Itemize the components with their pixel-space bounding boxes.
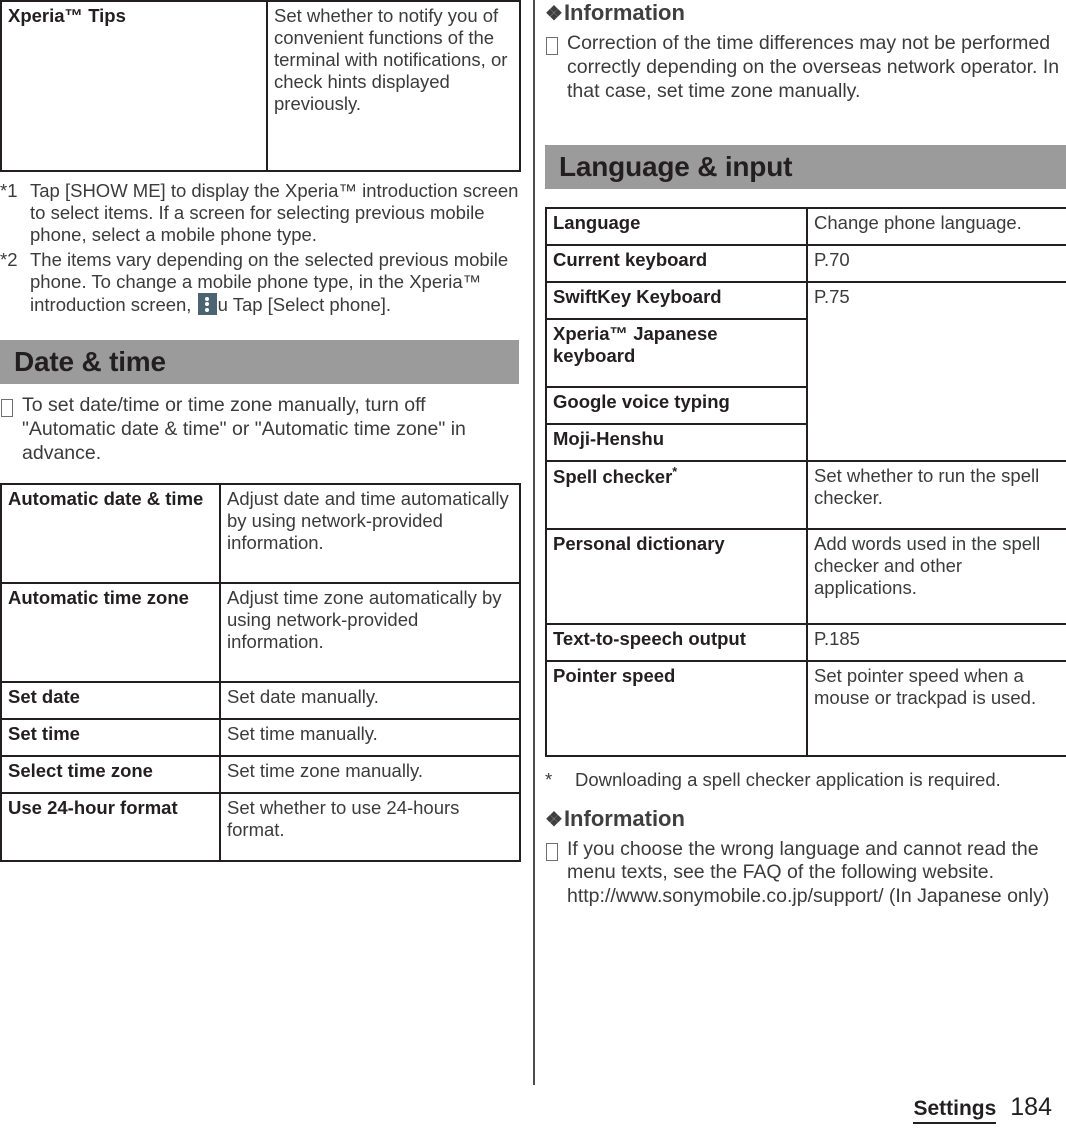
footnote-reference-marker: * bbox=[672, 465, 678, 480]
information-title: Information bbox=[563, 805, 685, 831]
setting-label: Moji-Henshu bbox=[545, 423, 808, 463]
setting-label: Language bbox=[545, 207, 808, 247]
setting-label: Set date bbox=[0, 681, 221, 721]
setting-description: Set time zone manually. bbox=[219, 755, 521, 795]
date-time-table: Automatic date & time Adjust date and ti… bbox=[0, 483, 521, 863]
footnote-text: Downloading a spell checker application … bbox=[575, 769, 1001, 791]
table-row: Personal dictionary Add words used in th… bbox=[545, 528, 1066, 626]
setting-description: Set whether to notify you of convenient … bbox=[266, 0, 521, 172]
setting-label: Xperia™ Japanese keyboard bbox=[545, 318, 808, 389]
table-row: Xperia™ Tips Set whether to notify you o… bbox=[0, 0, 521, 172]
table-row: Set date Set date manually. bbox=[0, 681, 521, 721]
setting-label: Personal dictionary bbox=[545, 528, 808, 626]
table-row: Current keyboard P.70 bbox=[545, 244, 1066, 284]
footnote-text-after-icon: u Tap [Select phone]. bbox=[217, 293, 392, 315]
setting-label: SwiftKey Keyboard bbox=[545, 281, 808, 321]
setting-label: Select time zone bbox=[0, 755, 221, 795]
footnote-text: Tap [SHOW ME] to display the Xperia™ int… bbox=[30, 180, 519, 246]
setting-reference-merged: P.75 bbox=[806, 281, 1066, 463]
setting-label: Current keyboard bbox=[545, 244, 808, 284]
bullet-box-icon bbox=[546, 37, 558, 55]
setting-reference: P.70 bbox=[806, 244, 1066, 284]
setting-label: Set time bbox=[0, 718, 221, 758]
setting-label: Text-to-speech output bbox=[545, 623, 808, 663]
bullet-box-icon bbox=[1, 399, 13, 418]
setting-label: Spell checker* bbox=[545, 460, 808, 531]
information-text: If you choose the wrong language and can… bbox=[567, 837, 1050, 908]
setting-description: Set whether to run the spell checker. bbox=[806, 460, 1066, 531]
footnote-marker: * bbox=[545, 769, 553, 791]
footnote-2: *2 The items vary depending on the selec… bbox=[0, 249, 519, 317]
manual-page: Xperia™ Tips Set whether to notify you o… bbox=[0, 0, 1066, 1130]
xperia-tips-table: Xperia™ Tips Set whether to notify you o… bbox=[0, 0, 521, 172]
information-item: Correction of the time differences may n… bbox=[545, 32, 1066, 103]
table-row: Text-to-speech output P.185 bbox=[545, 623, 1066, 663]
table-row: Set time Set time manually. bbox=[0, 718, 521, 758]
information-title: Information bbox=[563, 0, 685, 25]
table-row: Spell checker* Set whether to run the sp… bbox=[545, 460, 1066, 531]
table-row: Automatic date & time Adjust date and ti… bbox=[0, 483, 521, 585]
setting-description: Set pointer speed when a mouse or trackp… bbox=[806, 660, 1066, 758]
table-row: Use 24-hour format Set whether to use 24… bbox=[0, 792, 521, 863]
setting-description: Adjust date and time automatically by us… bbox=[219, 483, 521, 585]
setting-description: Set whether to use 24-hours format. bbox=[219, 792, 521, 863]
setting-description: Set time manually. bbox=[219, 718, 521, 758]
right-column: ❖ Information Correction of the time dif… bbox=[545, 0, 1066, 909]
table-row: Automatic time zone Adjust time zone aut… bbox=[0, 582, 521, 684]
flower-bullet-icon: ❖ bbox=[545, 808, 563, 831]
section-title: Language & input bbox=[559, 151, 793, 183]
language-input-table: Language Change phone language. Current … bbox=[545, 207, 1066, 758]
footnote-1: *1 Tap [SHOW ME] to display the Xperia™ … bbox=[0, 180, 519, 247]
setting-label: Pointer speed bbox=[545, 660, 808, 758]
setting-label: Use 24-hour format bbox=[0, 792, 221, 863]
flower-bullet-icon: ❖ bbox=[545, 3, 563, 25]
bullet-box-icon bbox=[546, 842, 558, 861]
information-text: Correction of the time differences may n… bbox=[567, 32, 1060, 102]
setting-label: Automatic time zone bbox=[0, 582, 221, 684]
information-heading-top: ❖ Information bbox=[545, 0, 1066, 26]
setting-description: Change phone language. bbox=[806, 207, 1066, 247]
setting-label: Xperia™ Tips bbox=[0, 0, 268, 172]
setting-description: Add words used in the spell checker and … bbox=[806, 528, 1066, 626]
column-divider bbox=[533, 0, 535, 1085]
footer-chapter-name: Settings bbox=[913, 1097, 997, 1124]
three-dot-menu-icon bbox=[197, 292, 217, 315]
footnote-marker: *1 bbox=[0, 180, 18, 201]
section-heading-date-time: Date & time bbox=[0, 340, 519, 385]
section-title: Date & time bbox=[14, 346, 166, 378]
information-item: If you choose the wrong language and can… bbox=[545, 838, 1066, 909]
footnote-text: The items vary depending on the selected… bbox=[30, 249, 519, 317]
setting-description: Set date manually. bbox=[219, 681, 521, 721]
date-time-note: To set date/time or time zone manually, … bbox=[0, 394, 519, 465]
setting-label: Google voice typing bbox=[545, 386, 808, 426]
table-row: Pointer speed Set pointer speed when a m… bbox=[545, 660, 1066, 758]
setting-reference: P.185 bbox=[806, 623, 1066, 663]
page-footer: Settings 184 bbox=[913, 1093, 1052, 1124]
setting-label-text: Spell checker bbox=[553, 466, 673, 488]
footer-page-number: 184 bbox=[1010, 1093, 1052, 1121]
setting-label: Automatic date & time bbox=[0, 483, 221, 585]
footnote-marker: *2 bbox=[0, 248, 18, 270]
section-heading-language-input: Language & input bbox=[545, 145, 1066, 190]
left-column: Xperia™ Tips Set whether to notify you o… bbox=[0, 0, 521, 863]
table-row: SwiftKey Keyboard P.75 bbox=[545, 281, 1066, 463]
information-heading-bottom: ❖ Information bbox=[545, 806, 1066, 832]
note-text: To set date/time or time zone manually, … bbox=[22, 394, 466, 464]
setting-description: Adjust time zone automatically by using … bbox=[219, 582, 521, 684]
table-row: Language Change phone language. bbox=[545, 207, 1066, 247]
footnote-spell-checker: * Downloading a spell checker applicatio… bbox=[545, 769, 1066, 791]
table-row: Select time zone Set time zone manually. bbox=[0, 755, 521, 795]
